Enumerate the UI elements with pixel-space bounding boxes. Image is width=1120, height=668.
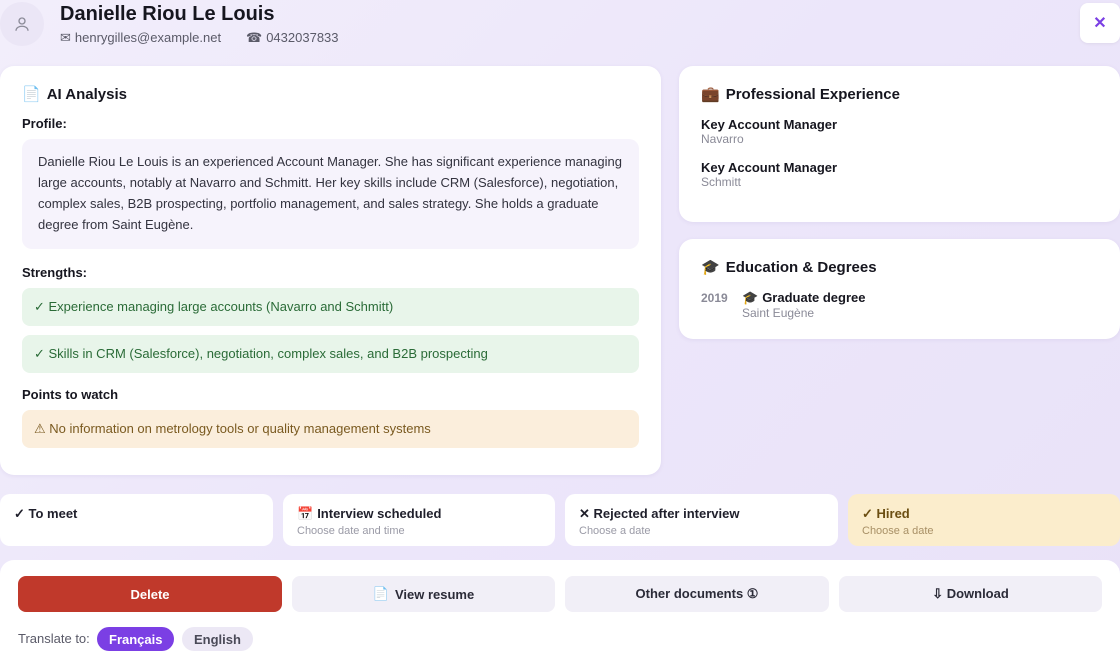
calendar-icon: 📅 (297, 506, 314, 521)
strengths-label: Strengths: (22, 265, 87, 280)
email-contact[interactable]: ✉ henrygilles@example.net (60, 30, 221, 46)
phone-contact[interactable]: ☎ 0432037833 (246, 30, 339, 46)
watch-label: Points to watch (22, 387, 119, 402)
profile-summary: Danielle Riou Le Louis is an experienced… (22, 139, 639, 249)
degree-name: Graduate degree (762, 290, 866, 305)
company-name: Navarro (701, 132, 744, 146)
graduation-cap-icon: 🎓 (742, 290, 759, 305)
status-hired[interactable]: ✓ Hired Choose a date (848, 494, 1120, 546)
phone-icon: ☎ (246, 30, 263, 45)
ai-analysis-title: AI Analysis (46, 85, 127, 103)
graduation-cap-icon: 🎓 (701, 259, 720, 276)
avatar (0, 2, 44, 46)
watch-item: ⚠ No information on metrology tools or q… (22, 410, 639, 448)
company-name: Schmitt (701, 175, 742, 189)
document-icon: 📄 (372, 586, 389, 601)
language-option-english[interactable]: English (182, 627, 253, 651)
job-title: Key Account Manager (701, 117, 838, 132)
view-resume-button[interactable]: 📄 View resume (292, 576, 555, 612)
document-icon: 📄 (22, 86, 41, 103)
language-option-francais[interactable]: Français (97, 627, 175, 651)
close-button[interactable]: ✕ (1080, 3, 1120, 43)
strength-item: ✓ Experience managing large accounts (Na… (22, 288, 639, 326)
strength-item: ✓ Skills in CRM (Salesforce), negotiatio… (22, 335, 639, 373)
status-label: Interview scheduled (317, 506, 442, 521)
education-title: Education & Degrees (725, 258, 877, 276)
status-interview-scheduled[interactable]: 📅 Interview scheduled Choose date and ti… (283, 494, 555, 546)
ai-analysis-card: 📄 AI Analysis Profile: Danielle Riou Le … (0, 66, 661, 475)
mail-icon: ✉ (60, 30, 71, 45)
education-heading: 🎓 Education & Degrees (701, 258, 877, 277)
status-sub: Choose date and time (297, 525, 405, 537)
status-rejected-after-interview[interactable]: ✕ Rejected after interview Choose a date (565, 494, 838, 546)
status-label: ✓ Hired (862, 506, 910, 521)
download-button[interactable]: ⇩ Download (839, 576, 1102, 612)
status-to-meet[interactable]: ✓ To meet (0, 494, 273, 546)
status-sub: Choose a date (862, 525, 934, 537)
education-item: 🎓 Graduate degree Saint Eugène (742, 290, 866, 320)
school-name: Saint Eugène (742, 306, 815, 320)
experience-item: Key Account Manager Navarro (701, 117, 837, 146)
translate-label: Translate to: (18, 631, 90, 646)
email-text: henrygilles@example.net (74, 30, 222, 45)
education-year: 2019 (701, 291, 728, 305)
experience-title: Professional Experience (725, 85, 900, 103)
candidate-name: Danielle Riou Le Louis (60, 3, 275, 25)
experience-card: 💼 Professional Experience Key Account Ma… (679, 66, 1120, 222)
view-resume-label: View resume (394, 586, 475, 602)
education-card: 🎓 Education & Degrees 2019 🎓 Graduate de… (679, 239, 1120, 339)
ai-analysis-heading: 📄 AI Analysis (22, 85, 127, 104)
delete-button[interactable]: Delete (18, 576, 282, 612)
status-label: ✕ Rejected after interview (579, 506, 740, 521)
experience-heading: 💼 Professional Experience (701, 85, 900, 104)
phone-text: 0432037833 (266, 30, 339, 45)
status-sub: Choose a date (579, 525, 651, 537)
experience-item: Key Account Manager Schmitt (701, 160, 837, 189)
job-title: Key Account Manager (701, 160, 838, 175)
close-icon: ✕ (1093, 15, 1107, 32)
user-icon (15, 17, 29, 31)
action-panel: Delete 📄 View resume Other documents ① ⇩… (0, 560, 1120, 668)
profile-label: Profile: (22, 116, 67, 131)
briefcase-icon: 💼 (701, 86, 720, 103)
other-documents-button[interactable]: Other documents ① (565, 576, 829, 612)
status-label: ✓ To meet (14, 506, 78, 521)
